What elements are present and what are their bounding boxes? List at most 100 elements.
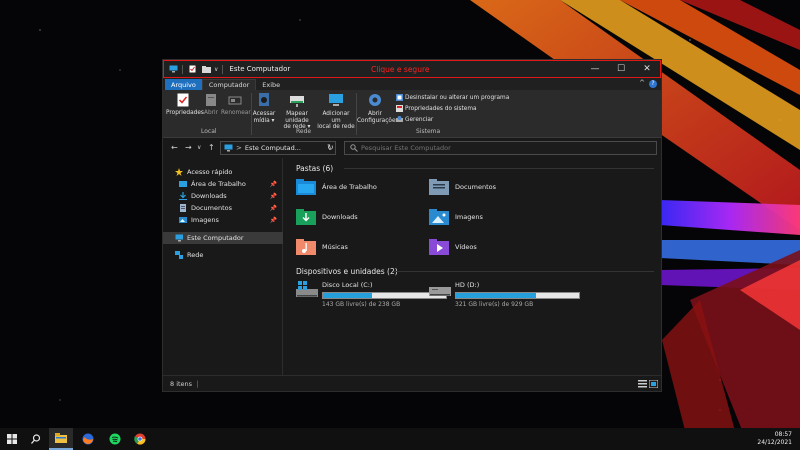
title-bar[interactable]: ∨ Este Computador Clique e segure — ☐ ✕ (163, 60, 661, 78)
open-settings-button[interactable]: Abrir Configurações (357, 92, 399, 124)
refresh-button[interactable]: ↻ (327, 143, 334, 152)
folder-documents[interactable]: Documentos (429, 179, 496, 195)
new-folder-quick-icon[interactable] (202, 65, 211, 74)
sidebar-item-desktop[interactable]: Área de Trabalho 📌 (179, 178, 281, 190)
file-explorer-window: ∨ Este Computador Clique e segure — ☐ ✕ … (162, 59, 662, 392)
folder-desktop[interactable]: Área de Trabalho (296, 179, 377, 195)
pin-icon[interactable]: 📌 (270, 193, 277, 200)
item-count: 8 itens (170, 379, 193, 388)
up-button[interactable]: ↑ (208, 143, 215, 152)
pictures-folder-icon (429, 209, 449, 225)
sidebar-label-documents: Documentos (191, 204, 233, 212)
chrome-icon (134, 433, 146, 445)
drive-d[interactable]: HD (D:) 321 GB livre(s) de 929 GB (429, 281, 580, 308)
map-network-drive-button[interactable]: Mapear unidade de rede ▾ (276, 92, 318, 131)
taskbar-spotify[interactable] (103, 428, 127, 450)
sidebar-item-downloads[interactable]: Downloads 📌 (179, 190, 281, 202)
maximize-button[interactable]: ☐ (608, 61, 634, 77)
details-view-icon[interactable] (638, 380, 647, 388)
sidebar-item-quick-access[interactable]: Acesso rápido (175, 166, 232, 178)
drives-section-title[interactable]: Dispositivos e unidades (2) (296, 267, 398, 276)
taskbar-firefox[interactable] (76, 428, 100, 450)
tab-exibe[interactable]: Exibe (256, 79, 286, 90)
open-settings-line1: Abrir (367, 111, 383, 117)
documents-folder-icon (429, 179, 449, 195)
drive-c[interactable]: Disco Local (C:) 143 GB livre(s) de 238 … (296, 281, 447, 308)
drive-d-usage-bar (455, 292, 580, 299)
documents-icon (180, 204, 186, 212)
status-bar: 8 itens | (163, 375, 661, 391)
folders-section-title[interactable]: Pastas (6) (296, 164, 333, 173)
large-icons-view-icon[interactable] (649, 380, 658, 388)
search-input[interactable] (361, 144, 641, 152)
collapse-ribbon-icon[interactable]: ^ (639, 79, 645, 87)
folder-downloads[interactable]: Downloads (296, 209, 358, 225)
taskbar-file-explorer[interactable] (49, 428, 73, 450)
sidebar-label-network: Rede (187, 251, 204, 259)
add-network-location-button[interactable]: Adicionar um local de rede (317, 92, 355, 131)
system-properties-label: Propriedades do sistema (405, 105, 477, 112)
taskbar-search-button[interactable] (24, 428, 48, 450)
firefox-icon (82, 433, 94, 445)
access-media-button[interactable]: Acessar mídia ▾ (252, 92, 276, 124)
open-icon (206, 94, 216, 106)
rename-label: Renomear (221, 110, 251, 116)
clock-time: 08:57 (774, 431, 792, 438)
downloads-folder-icon (296, 209, 316, 225)
windows-logo-icon (7, 434, 17, 444)
this-pc-icon (169, 65, 178, 74)
sidebar-item-this-pc[interactable]: Este Computador (175, 232, 244, 244)
add-location-line1: Adicionar um (322, 111, 350, 124)
rename-button[interactable]: Renomear (221, 93, 251, 117)
sidebar-label-desktop: Área de Trabalho (191, 180, 246, 188)
gear-icon (369, 94, 381, 106)
pictures-icon (179, 217, 187, 223)
start-button[interactable] (0, 428, 24, 450)
folder-videos[interactable]: Vídeos (429, 239, 477, 255)
quick-access-dropdown-icon[interactable]: ∨ (214, 66, 218, 73)
properties-button[interactable]: Propriedades (166, 93, 204, 117)
folder-pictures[interactable]: Imagens (429, 209, 483, 225)
pin-icon[interactable]: 📌 (270, 205, 277, 212)
folder-label-downloads: Downloads (322, 213, 358, 221)
help-icon[interactable]: ? (649, 80, 657, 88)
uninstall-label: Desinstalar ou alterar um programa (405, 94, 510, 101)
manage-button[interactable]: Gerenciar (396, 116, 433, 123)
taskbar-chrome[interactable] (128, 428, 152, 450)
back-button[interactable]: ← (171, 143, 178, 152)
download-icon (179, 192, 187, 200)
file-explorer-icon (55, 433, 67, 443)
address-bar[interactable]: > Este Computad... ∨ (220, 141, 336, 155)
this-pc-icon (224, 144, 233, 152)
open-button[interactable]: Abrir (201, 93, 221, 117)
tab-computador[interactable]: Computador (201, 79, 257, 90)
ribbon-tabs: Arquivo Computador Exibe ^ ? (163, 78, 661, 90)
system-properties-button[interactable]: Propriedades do sistema (396, 105, 477, 112)
open-label: Abrir (203, 110, 219, 116)
section-divider (394, 271, 654, 272)
access-media-line2: mídia ▾ (253, 117, 275, 124)
music-folder-icon (296, 239, 316, 255)
recent-locations-dropdown[interactable]: ∨ (197, 144, 201, 151)
sidebar-item-documents[interactable]: Documentos 📌 (179, 202, 281, 214)
sidebar-item-pictures[interactable]: Imagens 📌 (179, 214, 281, 226)
properties-quick-icon[interactable] (188, 65, 197, 74)
uninstall-program-button[interactable]: Desinstalar ou alterar um programa (396, 94, 509, 101)
spotify-icon (109, 433, 121, 445)
minimize-button[interactable]: — (582, 61, 608, 77)
folder-music[interactable]: Músicas (296, 239, 348, 255)
forward-button[interactable]: → (185, 143, 192, 152)
search-box[interactable] (344, 141, 657, 155)
close-button[interactable]: ✕ (634, 61, 660, 77)
pin-icon[interactable]: 📌 (270, 181, 277, 188)
desktop-folder-icon (296, 179, 316, 195)
pin-icon[interactable]: 📌 (270, 217, 277, 224)
tab-arquivo[interactable]: Arquivo (165, 79, 202, 90)
sidebar-item-network[interactable]: Rede (175, 249, 203, 261)
system-clock[interactable]: 08:57 24/12/2021 (757, 431, 792, 447)
content-pane: Pastas (6) Área de Trabalho Documentos D… (284, 158, 661, 376)
properties-label: Propriedades (166, 110, 204, 116)
map-drive-line1: Mapear unidade (285, 111, 309, 124)
taskbar: 08:57 24/12/2021 (0, 428, 800, 450)
section-divider (344, 168, 654, 169)
